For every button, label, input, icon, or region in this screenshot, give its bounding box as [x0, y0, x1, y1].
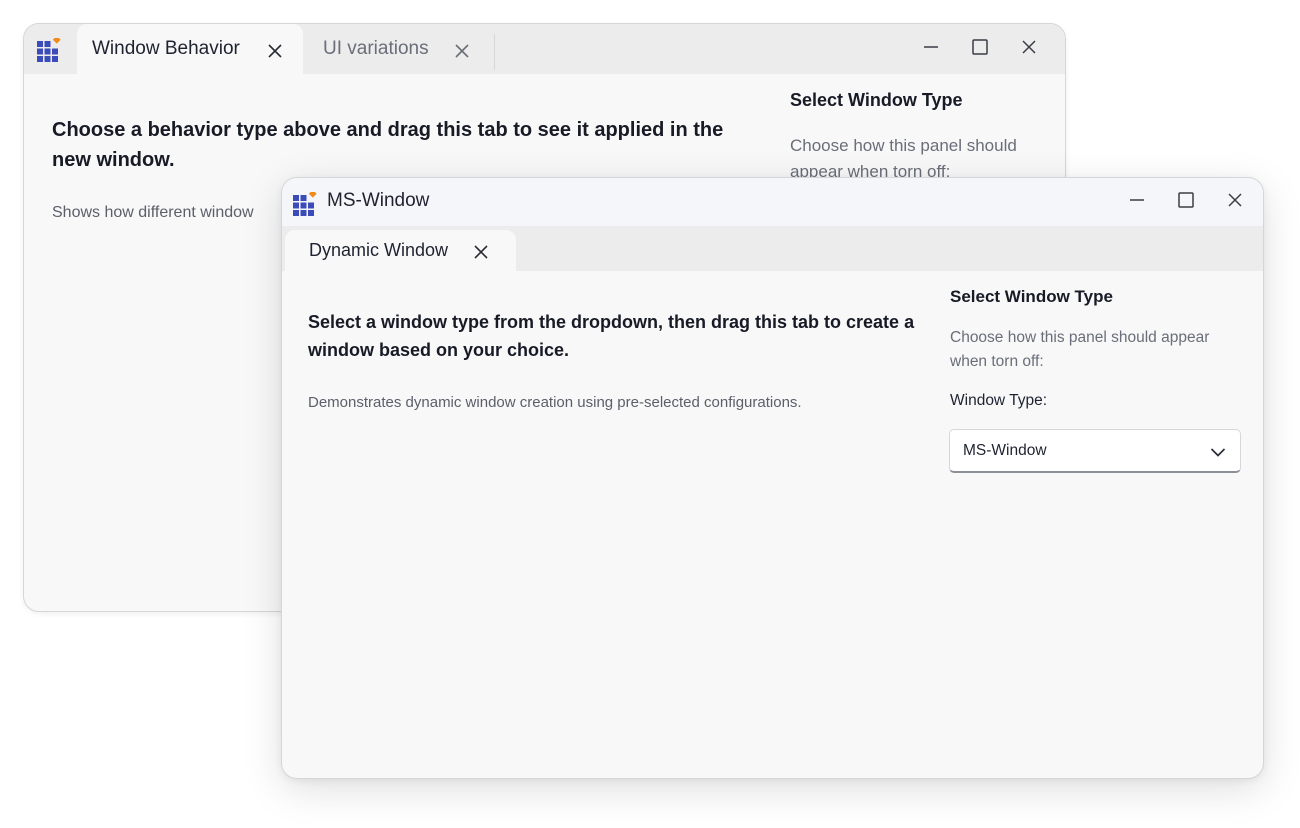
close-icon: [1021, 39, 1037, 60]
tab-ui-variations[interactable]: UI variations: [309, 24, 495, 74]
close-icon[interactable]: [455, 42, 469, 58]
maximize-button[interactable]: [1161, 187, 1210, 217]
tab-dynamic-window[interactable]: Dynamic Window: [285, 230, 516, 271]
maximize-button[interactable]: [955, 34, 1004, 64]
minimize-icon: [1129, 192, 1145, 213]
page-title: Select a window type from the dropdown, …: [308, 312, 915, 360]
window-type-label: Window Type:: [950, 392, 1048, 409]
side-panel-description: Choose how this panel should appear when…: [950, 329, 1210, 370]
close-button[interactable]: [1004, 34, 1053, 64]
tab-label: UI variations: [323, 38, 429, 59]
maximize-icon: [1177, 191, 1194, 213]
window-title: MS-Window: [327, 190, 430, 211]
window-type-dropdown[interactable]: MS-Window: [949, 429, 1241, 473]
page-description: Demonstrates dynamic window creation usi…: [308, 394, 802, 411]
side-panel-title: Select Window Type: [950, 287, 1113, 306]
front-window: MS-Window Dynamic Window Select a window…: [281, 177, 1264, 779]
page-description: Shows how different window: [52, 204, 254, 221]
grid-logo-icon: [293, 189, 317, 221]
minimize-button[interactable]: [1112, 187, 1161, 217]
side-panel-title: Select Window Type: [790, 90, 963, 110]
grid-logo-icon: [37, 35, 61, 67]
front-window-tabstrip: Dynamic Window: [282, 226, 1263, 271]
tab-separator: [494, 34, 495, 70]
tab-window-behavior[interactable]: Window Behavior: [77, 24, 303, 74]
title-bar[interactable]: MS-Window: [282, 178, 1263, 226]
back-window-tabstrip: Window Behavior UI variations: [24, 24, 1065, 74]
close-icon: [1227, 192, 1243, 213]
tab-label: Dynamic Window: [309, 240, 449, 260]
minimize-button[interactable]: [906, 34, 955, 64]
dropdown-selected-value: MS-Window: [963, 442, 1047, 459]
tab-label: Window Behavior: [92, 38, 240, 59]
window-controls: [906, 34, 1053, 64]
close-icon[interactable]: [474, 243, 488, 259]
minimize-icon: [923, 39, 939, 60]
chevron-down-icon: [1210, 444, 1226, 465]
page-title: Choose a behavior type above and drag th…: [52, 119, 724, 171]
maximize-icon: [971, 38, 988, 60]
close-icon[interactable]: [268, 42, 282, 58]
window-controls: [1112, 187, 1259, 217]
close-button[interactable]: [1210, 187, 1259, 217]
